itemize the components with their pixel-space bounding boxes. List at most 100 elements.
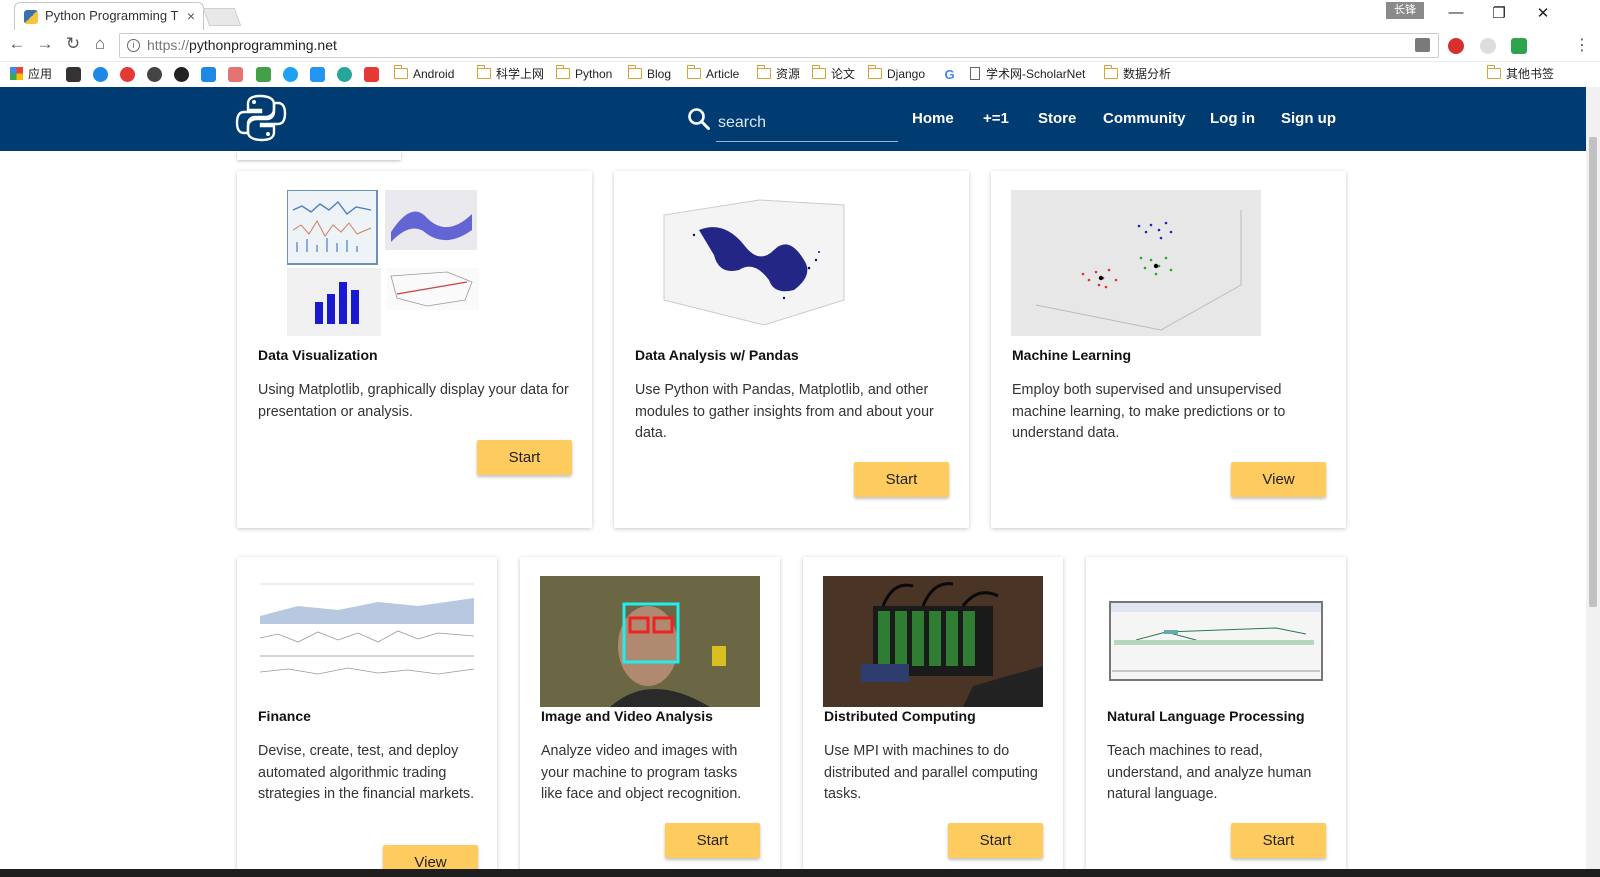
bookmark-icon-2[interactable] <box>93 67 108 82</box>
search-icon[interactable] <box>687 107 711 131</box>
python-logo-icon[interactable] <box>235 92 287 144</box>
bookmark-label: Django <box>887 67 926 81</box>
bookmark-folder-proxy[interactable]: 科学上网 <box>476 65 544 83</box>
data-visualization-image <box>287 190 482 336</box>
apps-grid-icon <box>10 67 23 80</box>
netease-bookmark-icon[interactable] <box>364 67 379 82</box>
bookmark-folder-data-analysis[interactable]: 数据分析 <box>1103 65 1172 83</box>
scrollbar-thumb[interactable] <box>1589 137 1597 607</box>
bookmark-label: 论文 <box>831 67 856 81</box>
tab-title: Python Programming T <box>45 8 179 23</box>
nav-store[interactable]: Store <box>1038 110 1076 127</box>
restore-icon[interactable]: ❐ <box>1489 4 1509 22</box>
folder-icon <box>867 65 882 79</box>
bookmark-label: Android <box>413 67 455 81</box>
nav-sign-up[interactable]: Sign up <box>1281 110 1336 127</box>
data-analysis-3d-plot-image <box>634 190 884 336</box>
card-machine-learning: Machine Learning Employ both supervised … <box>991 171 1346 528</box>
nav-plus-equals-one[interactable]: +=1 <box>983 110 1009 127</box>
card-title: Data Analysis w/ Pandas <box>635 347 799 363</box>
card-data-analysis-pandas: Data Analysis w/ Pandas Use Python with … <box>614 171 969 528</box>
card-natural-language-processing: Natural Language Processing Teach machin… <box>1086 557 1346 877</box>
raspberry-pi-cluster-image <box>823 576 1043 707</box>
google-bookmark-icon[interactable]: G <box>942 67 957 82</box>
card-title: Natural Language Processing <box>1107 708 1305 724</box>
dropdown-edge <box>237 151 401 160</box>
new-tab-button[interactable] <box>202 8 242 26</box>
machine-learning-cluster-image <box>1011 190 1261 336</box>
site-info-icon[interactable]: i <box>127 39 140 52</box>
nav-log-in[interactable]: Log in <box>1210 110 1255 127</box>
weibo-extension-icon[interactable] <box>1448 38 1464 54</box>
start-button[interactable]: Start <box>1231 823 1326 858</box>
bookmark-folder-other[interactable]: 其他书签 <box>1486 65 1554 83</box>
bookmark-label: 应用 <box>28 67 53 81</box>
tab-strip: Python Programming T × 长锋 — ❐ ✕ <box>0 0 1600 30</box>
tab-close-icon[interactable]: × <box>187 3 195 29</box>
translate-icon[interactable] <box>1415 38 1430 52</box>
start-button[interactable]: Start <box>948 823 1043 858</box>
start-button[interactable]: Start <box>477 440 572 475</box>
url-protocol: https:// <box>147 37 190 53</box>
start-button[interactable]: Start <box>854 462 949 497</box>
bookmark-folder-android[interactable]: Android <box>393 65 455 83</box>
bookmark-folder-django[interactable]: Django <box>867 65 926 83</box>
browser-toolbar: ← → ↻ ⌂ i https://pythonprogramming.net … <box>0 30 1600 62</box>
bookmarks-bar: 应用 Android 科学上网 Python Blog Article 资源 论… <box>0 62 1600 87</box>
bookmark-folder-resources[interactable]: 资源 <box>756 65 800 83</box>
browser-tab[interactable]: Python Programming T × <box>14 2 204 30</box>
card-title: Machine Learning <box>1012 347 1132 363</box>
nav-home[interactable]: Home <box>912 110 954 127</box>
jianshu-bookmark-icon[interactable] <box>228 67 243 82</box>
address-bar[interactable]: i https://pythonprogramming.net <box>119 33 1439 58</box>
close-window-icon[interactable]: ✕ <box>1533 4 1553 22</box>
bookmark-folder-papers[interactable]: 论文 <box>811 65 856 83</box>
bookmark-folder-python[interactable]: Python <box>555 65 613 83</box>
bookmark-scholarnet[interactable]: 学术网-ScholarNet <box>970 66 1085 83</box>
url-host: pythonprogramming.net <box>189 37 337 53</box>
folder-icon <box>756 65 771 79</box>
zhihu-bookmark-icon[interactable] <box>201 67 216 82</box>
card-finance: Finance Devise, create, test, and deploy… <box>237 557 497 877</box>
start-button[interactable]: Start <box>665 823 760 858</box>
search-input[interactable] <box>716 105 898 142</box>
forward-icon[interactable]: → <box>34 34 56 54</box>
minimize-icon[interactable]: — <box>1446 4 1466 21</box>
nav-community[interactable]: Community <box>1103 110 1186 127</box>
folder-icon <box>627 65 642 79</box>
bookmark-icon-4[interactable] <box>147 67 162 82</box>
weibo-bookmark-icon[interactable] <box>120 67 135 82</box>
reload-icon[interactable]: ↻ <box>62 34 84 54</box>
shield-extension-icon[interactable] <box>1511 38 1527 54</box>
bookmark-apps[interactable]: 应用 <box>10 66 52 83</box>
bookmark-label: 数据分析 <box>1123 67 1172 81</box>
folder-icon <box>476 65 491 79</box>
profile-badge[interactable]: 长锋 <box>1386 2 1424 19</box>
card-data-visualization: Data Visualization Using Matplotlib, gra… <box>237 171 592 528</box>
android-bookmark-icon[interactable] <box>337 67 352 82</box>
back-icon[interactable]: ← <box>6 34 28 54</box>
folder-icon <box>1486 65 1501 79</box>
bookmark-folder-blog[interactable]: Blog <box>627 65 671 83</box>
card-description: Devise, create, test, and deploy automat… <box>258 743 475 803</box>
extension-icon[interactable] <box>1480 38 1496 54</box>
bookmark-icon-1[interactable] <box>66 67 81 82</box>
twitter-bookmark-icon[interactable] <box>283 67 298 82</box>
finance-chart-image <box>258 576 476 694</box>
bookmark-icon-8[interactable] <box>256 67 271 82</box>
view-button[interactable]: View <box>1231 462 1326 497</box>
github-bookmark-icon[interactable] <box>174 67 189 82</box>
card-title: Distributed Computing <box>824 708 976 724</box>
card-description: Use MPI with machines to do distributed … <box>824 743 1038 803</box>
bookmark-icon-10[interactable] <box>310 67 325 82</box>
card-distributed-computing: Distributed Computing Use MPI with machi… <box>803 557 1063 877</box>
page-scrollbar[interactable] <box>1586 87 1600 877</box>
bookmark-folder-article[interactable]: Article <box>686 65 739 83</box>
card-image-video-analysis: Image and Video Analysis Analyze video a… <box>520 557 780 877</box>
browser-menu-icon[interactable]: ⋮ <box>1574 35 1590 55</box>
card-title: Data Visualization <box>258 347 378 363</box>
folder-icon <box>811 65 826 79</box>
card-description: Use Python with Pandas, Matplotlib, and … <box>635 382 934 442</box>
bookmark-label: Python <box>575 67 613 81</box>
home-icon[interactable]: ⌂ <box>89 34 111 54</box>
